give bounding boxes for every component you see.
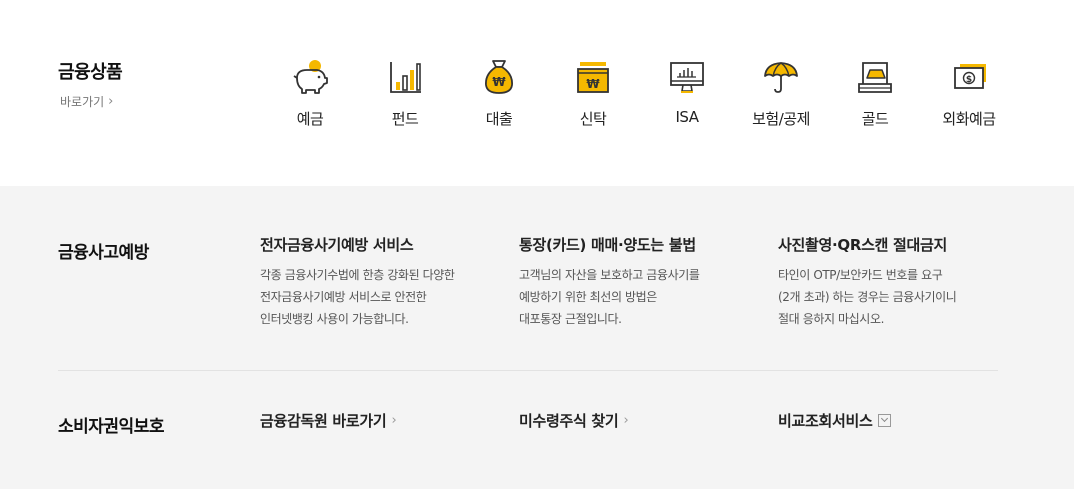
chevron-down-icon — [877, 414, 891, 427]
fraud-col-1-title: 전자금융사기예방 서비스 — [260, 236, 414, 254]
svg-text:₩: ₩ — [492, 75, 506, 89]
product-gold[interactable]: 골드 — [827, 56, 923, 136]
fraud-col-3-desc: 타인이 OTP/보안카드 번호를 요구 (2개 초과) 하는 경우는 금융사기이… — [778, 268, 957, 326]
money-bag-icon: ₩ — [485, 60, 513, 94]
product-label: 골드 — [861, 110, 889, 128]
fraud-col-1-desc: 각종 금융사기수법에 한층 강화된 다양한 전자금융사기예방 서비스로 안전한 … — [260, 268, 455, 326]
financial-products-section: 금융상품 바로가기 › 예금 펀드 ₩ 대출 ₩ 신탁 ISA 보험/공제 골드… — [0, 0, 1074, 186]
product-isa[interactable]: ISA — [639, 56, 735, 136]
fraud-col-3-title: 사진촬영·QR스캔 절대금지 — [778, 236, 948, 254]
product-insurance[interactable]: 보험/공제 — [733, 56, 829, 136]
product-label: 펀드 — [391, 110, 419, 128]
product-deposit[interactable]: 예금 — [262, 56, 358, 136]
piggy-bank-icon — [293, 60, 328, 94]
product-fund[interactable]: 펀드 — [357, 56, 453, 136]
product-loan[interactable]: ₩ 대출 — [451, 56, 547, 136]
unclaimed-stock-link[interactable]: 미수령주식 찾기 › — [519, 410, 629, 431]
section-title: 금융상품 — [58, 62, 123, 83]
comparison-service-dropdown[interactable]: 비교조회서비스 — [778, 410, 891, 431]
trust-box-icon: ₩ — [577, 62, 609, 93]
bar-chart-icon — [390, 62, 421, 93]
section-divider — [58, 370, 998, 371]
product-label: ISA — [675, 108, 700, 126]
chevron-right-icon: › — [623, 413, 629, 428]
product-trust[interactable]: ₩ 신탁 — [545, 56, 641, 136]
consumer-protection-title: 소비자권익보호 — [58, 417, 164, 437]
info-section: 금융사고예방 전자금융사기예방 서비스 각종 금융사기수법에 한층 강화된 다양… — [0, 186, 1074, 489]
product-label: 대출 — [485, 110, 513, 128]
fraud-col-2-title: 통장(카드) 매매·양도는 불법 — [519, 236, 696, 254]
svg-text:₩: ₩ — [586, 77, 600, 91]
product-label: 외화예금 — [942, 110, 996, 128]
product-list: 예금 펀드 ₩ 대출 ₩ 신탁 ISA 보험/공제 골드 $ 외화예금 — [262, 56, 1030, 136]
chevron-right-icon: › — [391, 413, 397, 428]
umbrella-icon — [764, 62, 798, 93]
fss-shortcut-link[interactable]: 금융감독원 바로가기 › — [260, 410, 397, 431]
chevron-right-icon: › — [108, 94, 114, 109]
shortcut-label: 바로가기 — [60, 95, 105, 109]
fraud-prevention-title: 금융사고예방 — [58, 243, 149, 263]
gold-bar-icon — [858, 62, 892, 93]
foreign-cash-icon: $ — [954, 64, 986, 89]
products-shortcut-link[interactable]: 바로가기 › — [60, 93, 113, 110]
product-label: 보험/공제 — [752, 110, 810, 128]
product-label: 예금 — [296, 110, 324, 128]
fraud-col-2-desc: 고객님의 자산을 보호하고 금융사기를 예방하기 위한 최선의 방법은 대포통장… — [519, 268, 700, 326]
svg-text:$: $ — [966, 75, 972, 85]
product-foreign-deposit[interactable]: $ 외화예금 — [921, 56, 1017, 136]
monitor-chart-icon — [670, 62, 704, 93]
product-label: 신탁 — [579, 110, 607, 128]
